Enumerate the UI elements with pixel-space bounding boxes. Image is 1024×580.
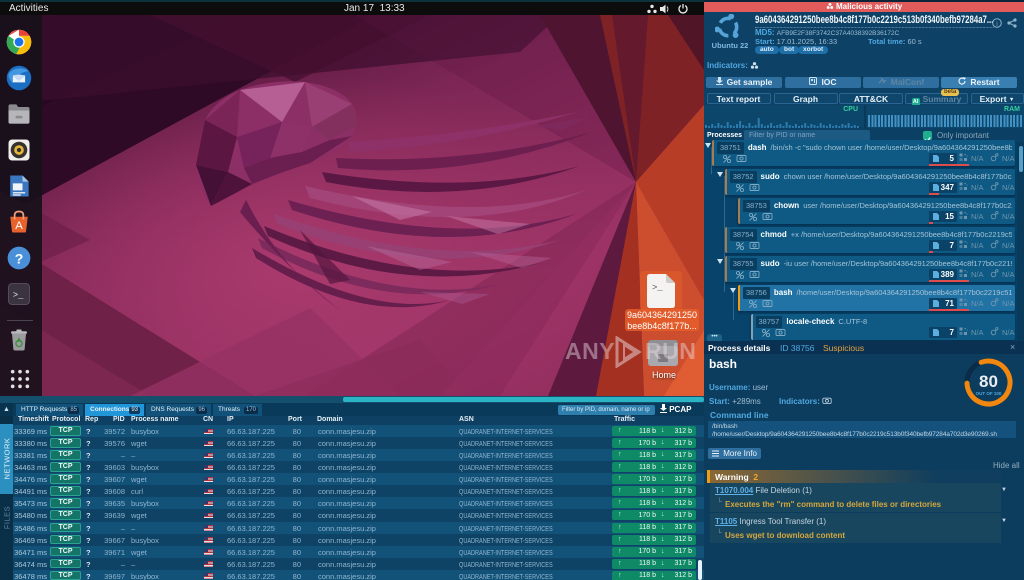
svg-text:>_: >_ xyxy=(652,283,663,293)
svg-text:?: ? xyxy=(15,250,24,266)
svg-text:>_: >_ xyxy=(13,291,24,301)
svg-text:80: 80 xyxy=(979,372,998,391)
svg-text:A: A xyxy=(15,220,23,232)
svg-text:OUT OF 100: OUT OF 100 xyxy=(976,391,1002,396)
